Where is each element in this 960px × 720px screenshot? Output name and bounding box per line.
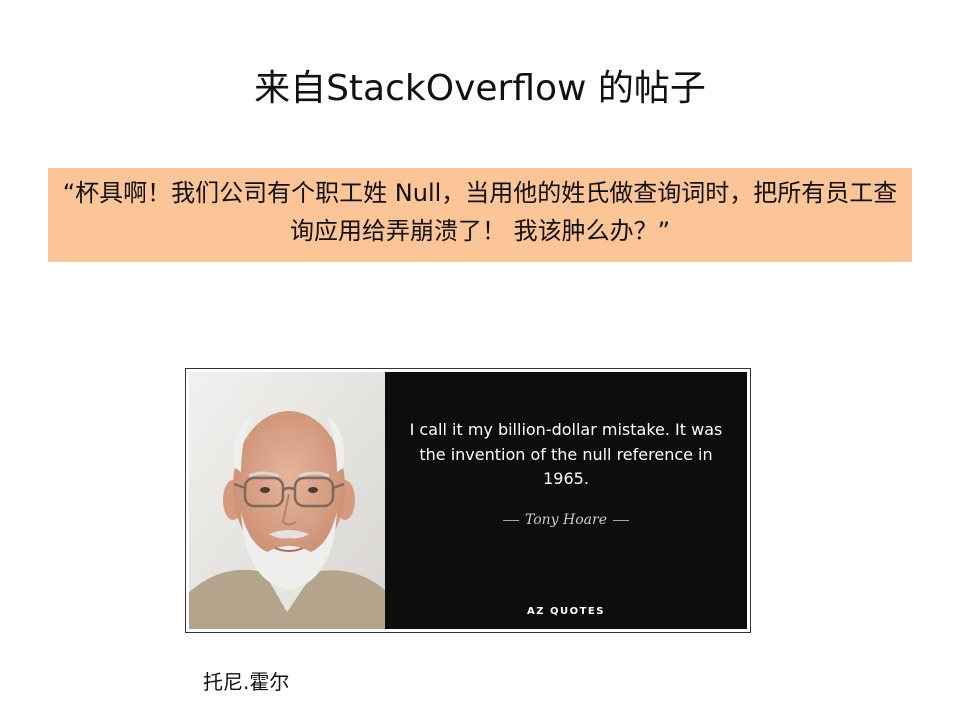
stackoverflow-quote: “杯具啊！我们公司有个职工姓 Null，当用他的姓氏做查询词时，把所有员工查询应… [48,168,912,262]
quote-author: Tony Hoare [524,512,608,528]
quote-card-text-panel: I call it my billion-dollar mistake. It … [385,372,747,629]
attribution-dash-left [502,519,519,521]
tony-hoare-portrait [189,372,385,629]
attribution-dash-right [613,519,630,521]
quote-attribution: Tony Hoare [385,512,747,528]
slide-title: 来自StackOverflow 的帖子 [254,68,706,109]
quote-card-text: I call it my billion-dollar mistake. It … [409,420,723,488]
quote-card: I call it my billion-dollar mistake. It … [185,368,751,633]
portrait-caption: 托尼.霍尔 [203,670,290,694]
quote-card-inner: I call it my billion-dollar mistake. It … [189,372,747,629]
azquotes-logo: AZ QUOTES [527,606,605,617]
